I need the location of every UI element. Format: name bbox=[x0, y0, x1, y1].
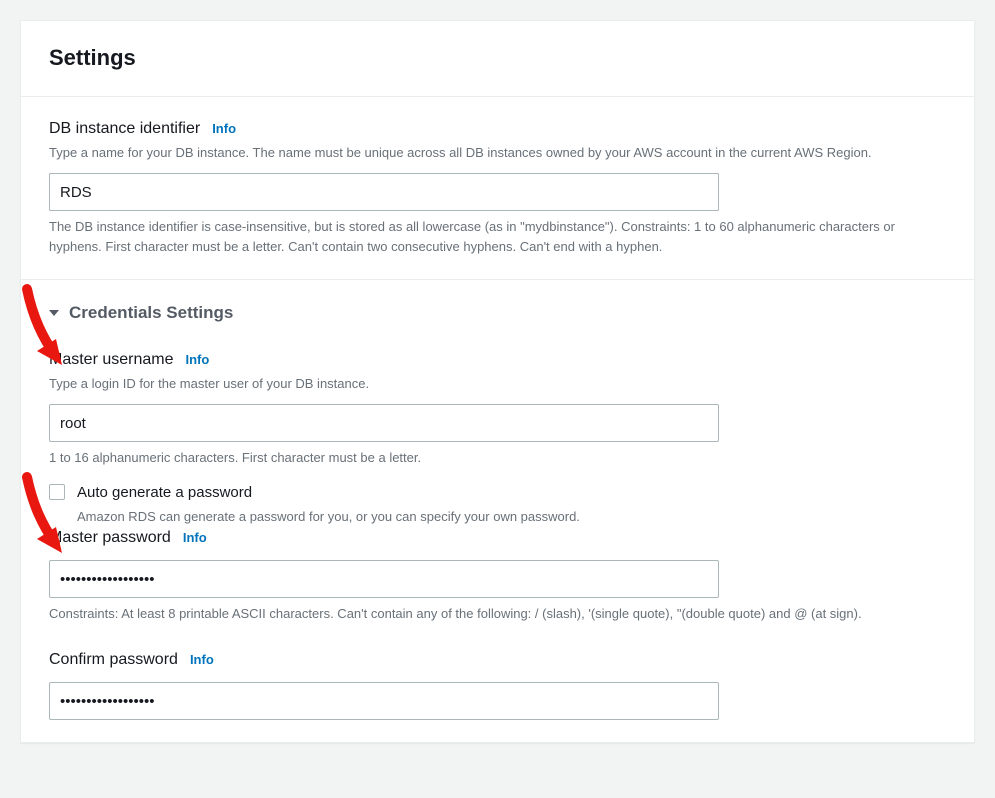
username-input[interactable] bbox=[49, 404, 719, 442]
username-label: Master username bbox=[49, 348, 174, 372]
identifier-desc: Type a name for your DB instance. The na… bbox=[49, 143, 946, 163]
caret-down-icon bbox=[49, 310, 59, 316]
identifier-field: DB instance identifier Info Type a name … bbox=[49, 117, 946, 257]
confirm-password-field: Confirm password Info bbox=[49, 648, 946, 720]
settings-panel: Settings DB instance identifier Info Typ… bbox=[20, 20, 975, 743]
confirm-password-info-link[interactable]: Info bbox=[190, 650, 214, 670]
confirm-password-label: Confirm password bbox=[49, 648, 178, 672]
identifier-input[interactable] bbox=[49, 173, 719, 211]
autogen-row: Auto generate a password Amazon RDS can … bbox=[49, 482, 946, 526]
panel-title: Settings bbox=[49, 41, 946, 74]
credentials-expander[interactable]: Credentials Settings bbox=[49, 300, 946, 326]
username-info-link[interactable]: Info bbox=[186, 350, 210, 370]
username-constraint: 1 to 16 alphanumeric characters. First c… bbox=[49, 448, 946, 468]
password-info-link[interactable]: Info bbox=[183, 528, 207, 548]
autogen-checkbox[interactable] bbox=[49, 484, 65, 500]
credentials-expander-title: Credentials Settings bbox=[69, 300, 233, 326]
credentials-section: Credentials Settings Master username Inf… bbox=[21, 279, 974, 742]
panel-header: Settings bbox=[21, 21, 974, 97]
autogen-label: Auto generate a password bbox=[77, 482, 580, 505]
username-field: Master username Info Type a login ID for… bbox=[49, 348, 946, 468]
identifier-label: DB instance identifier bbox=[49, 117, 200, 141]
identifier-constraint: The DB instance identifier is case-insen… bbox=[49, 217, 946, 257]
password-constraint: Constraints: At least 8 printable ASCII … bbox=[49, 604, 946, 624]
identifier-section: DB instance identifier Info Type a name … bbox=[21, 97, 974, 279]
password-label: Master password bbox=[49, 526, 171, 550]
username-desc: Type a login ID for the master user of y… bbox=[49, 374, 946, 394]
autogen-desc: Amazon RDS can generate a password for y… bbox=[77, 507, 580, 527]
identifier-info-link[interactable]: Info bbox=[212, 119, 236, 139]
confirm-password-input[interactable] bbox=[49, 682, 719, 720]
password-field: Master password Info Constraints: At lea… bbox=[49, 526, 946, 624]
password-input[interactable] bbox=[49, 560, 719, 598]
